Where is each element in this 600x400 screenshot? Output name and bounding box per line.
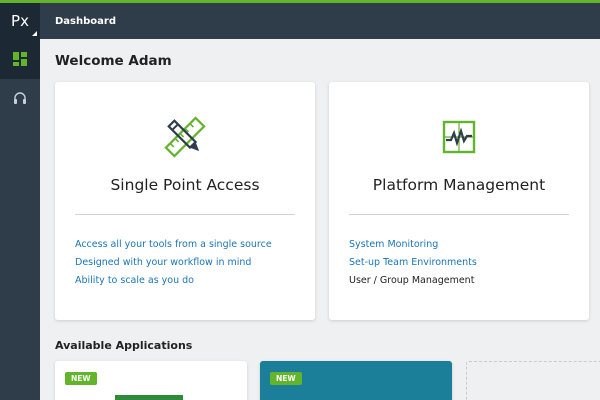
monitor-chart-icon [442, 120, 476, 154]
single-point-access-card: Single Point Access Access all your tool… [55, 82, 315, 320]
card-link[interactable]: Access all your tools from a single sour… [75, 236, 272, 254]
app-logo-text: Px [11, 12, 29, 30]
platform-management-card: Platform Management System Monitoring Se… [329, 82, 589, 320]
card-link-list: Access all your tools from a single sour… [75, 236, 272, 290]
card-link[interactable]: Ability to scale as you do [75, 272, 272, 290]
new-badge: NEW [270, 372, 302, 385]
app-logo[interactable]: Px [0, 3, 40, 39]
headset-icon [14, 92, 26, 104]
logo-corner-indicator [32, 31, 37, 36]
sidebar-item-support[interactable] [0, 79, 40, 119]
dashboard-grid-icon [13, 52, 27, 66]
card-divider [349, 214, 569, 215]
card-link[interactable]: Designed with your workflow in mind [75, 254, 272, 272]
card-divider [75, 214, 295, 215]
application-card-placeholder [466, 361, 600, 400]
top-bar: Dashboard [40, 3, 600, 39]
welcome-heading: Welcome Adam [55, 53, 172, 69]
new-badge: NEW [65, 372, 97, 385]
card-title: Platform Management [372, 176, 546, 194]
card-link-list: System Monitoring Set-up Team Environmen… [349, 236, 477, 290]
card-link[interactable]: Set-up Team Environments [349, 254, 477, 272]
application-card[interactable]: NEW [55, 361, 247, 400]
card-link[interactable]: System Monitoring [349, 236, 477, 254]
ruler-pencil-icon [164, 116, 206, 158]
sidebar-item-dashboard[interactable] [0, 39, 40, 79]
available-applications-heading: Available Applications [55, 339, 193, 352]
application-logo [115, 395, 183, 400]
card-text: User / Group Management [349, 275, 475, 286]
page-title: Dashboard [55, 15, 116, 27]
sidebar: Px [0, 3, 40, 400]
card-title: Single Point Access [110, 176, 260, 194]
application-card[interactable]: NEW [260, 361, 452, 400]
